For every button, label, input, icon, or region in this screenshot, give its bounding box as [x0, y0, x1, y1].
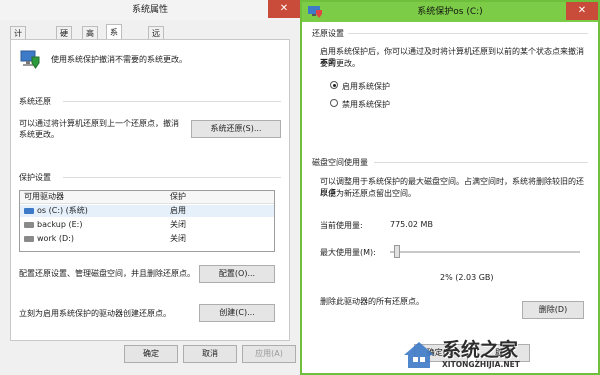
current-usage-value: 775.02 MB — [390, 220, 433, 229]
disable-protection-label[interactable]: 禁用系统保护 — [342, 99, 390, 110]
config-desc: 配置还原设置、管理磁盘空间，并且删除还原点。 — [19, 269, 195, 278]
delete-button[interactable]: 删除(D) — [522, 301, 584, 319]
left-titlebar: 系统属性 ✕ — [0, 0, 300, 20]
disk-usage-title: 磁盘空间使用量 — [312, 158, 368, 167]
house-logo-icon — [404, 342, 434, 368]
drive-protection: 关闭 — [170, 220, 186, 229]
table-header: 可用驱动器 保护 — [20, 191, 274, 204]
watermark: 系统之家 XITONGZHIJIA.NET — [400, 333, 596, 373]
table-row[interactable]: work (D:) 关闭 — [20, 233, 274, 245]
enable-protection-label[interactable]: 启用系统保护 — [342, 81, 390, 92]
tab-hardware[interactable]: 硬件 — [56, 26, 72, 51]
current-usage-label: 当前使用量: — [320, 221, 363, 230]
close-icon[interactable]: ✕ — [268, 0, 300, 18]
restore-section-title: 系统还原 — [19, 97, 51, 106]
restore-desc-line2: 要的更改。 — [320, 59, 360, 68]
tab-computer-name[interactable]: 计算机名 — [10, 26, 26, 77]
restore-desc-line1: 可以通过将计算机还原到上一个还原点，撤消 — [19, 119, 179, 128]
drive-icon — [24, 221, 34, 228]
divider — [348, 33, 588, 34]
max-usage-slider-thumb[interactable] — [393, 245, 400, 258]
max-usage-percent: 2% (2.03 GB) — [440, 273, 494, 282]
configure-button[interactable]: 配置(O)... — [199, 265, 275, 283]
ok-button[interactable]: 确定 — [124, 345, 178, 363]
delete-desc: 删除此驱动器的所有还原点。 — [320, 297, 424, 306]
restore-settings-title: 还原设置 — [312, 29, 344, 38]
divider — [374, 162, 588, 163]
computer-shield-icon — [20, 50, 40, 69]
system-protection-panel: 使用系统保护撤消不需要的系统更改。 系统还原 可以通过将计算机还原到上一个还原点… — [10, 39, 290, 341]
divider — [63, 177, 281, 178]
max-usage-label: 最大使用量(M): — [320, 248, 376, 257]
header-protection: 保护 — [170, 192, 186, 201]
drive-name: backup (E:) — [37, 220, 83, 229]
watermark-url: XITONGZHIJIA.NET — [442, 360, 520, 369]
disk-desc-line2: 以便为新还原点留出空间。 — [320, 189, 416, 198]
divider — [63, 101, 281, 102]
create-button[interactable]: 创建(C)... — [199, 304, 275, 322]
enable-protection-radio[interactable] — [330, 81, 338, 89]
right-window-title: 系统保护os (C:) — [417, 7, 483, 17]
drive-protection: 启用 — [170, 206, 186, 215]
create-desc: 立刻为启用系统保护的驱动器创建还原点。 — [19, 309, 171, 318]
cancel-button[interactable]: 取消 — [183, 345, 237, 363]
drive-name: work (D:) — [37, 234, 74, 243]
max-usage-slider-track[interactable] — [390, 251, 580, 253]
right-titlebar: 系统保护os (C:) ✕ — [302, 2, 598, 22]
left-window-title: 系统属性 — [131, 5, 168, 15]
header-drive: 可用驱动器 — [24, 192, 64, 201]
system-properties-window: 系统属性 ✕ 计算机名 硬件 高级 系统保护 远程 使用系统保护撤消不需要的系统… — [0, 0, 300, 375]
restore-desc-line2: 系统更改。 — [19, 130, 59, 139]
disable-protection-radio[interactable] — [330, 99, 338, 107]
system-drive-icon — [24, 207, 34, 214]
apply-button[interactable]: 应用(A) — [242, 345, 296, 363]
table-row[interactable]: os (C:) (系统) 启用 — [20, 205, 274, 217]
drive-name: os (C:) (系统) — [37, 206, 88, 215]
system-protection-icon — [308, 6, 322, 18]
protection-section-title: 保护设置 — [19, 173, 51, 182]
drives-table: 可用驱动器 保护 os (C:) (系统) 启用 backup (E:) 关闭 … — [19, 190, 275, 252]
watermark-brand: 系统之家 — [442, 339, 519, 361]
table-row[interactable]: backup (E:) 关闭 — [20, 219, 274, 231]
close-icon[interactable]: ✕ — [566, 2, 598, 20]
system-restore-button[interactable]: 系统还原(S)... — [191, 120, 281, 138]
tab-remote[interactable]: 远程 — [148, 26, 164, 51]
system-protection-dialog: 系统保护os (C:) ✕ 还原设置 启用系统保护后，你可以通过及时将计算机还原… — [300, 0, 600, 375]
drive-icon — [24, 235, 34, 242]
tab-advanced[interactable]: 高级 — [82, 26, 98, 51]
drive-protection: 关闭 — [170, 234, 186, 243]
intro-text: 使用系统保护撤消不需要的系统更改。 — [51, 55, 187, 64]
